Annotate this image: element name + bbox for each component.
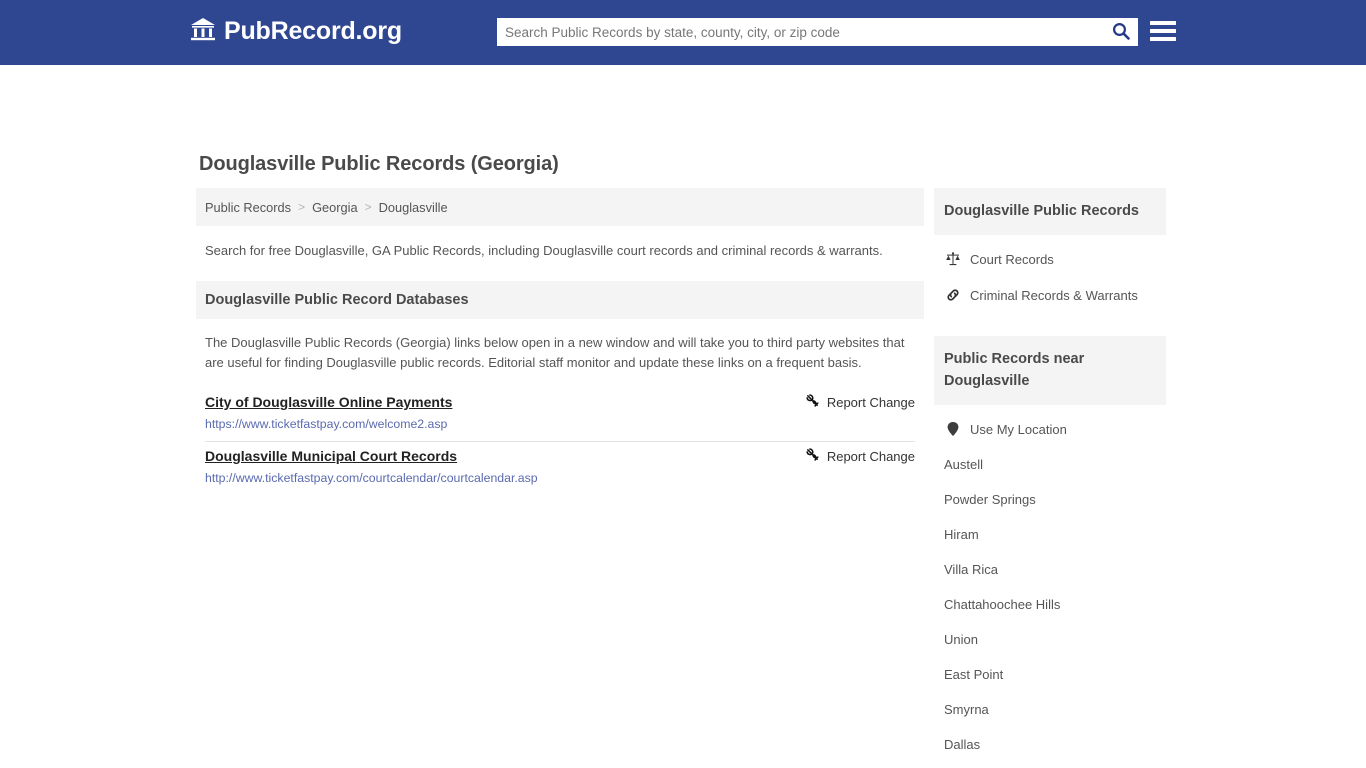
sidebar-city-fairburn[interactable]: Fairburn [934,762,1166,768]
hamburger-menu-button[interactable] [1149,18,1177,44]
report-change-link[interactable]: Report Change [805,393,915,411]
report-change-link[interactable]: Report Change [805,447,915,465]
sidebar-city-austell[interactable]: Austell [934,447,1166,482]
report-change-label: Report Change [826,448,915,464]
sidebar-city-union[interactable]: Union [934,622,1166,657]
magnifier-icon [1112,22,1130,43]
sidebar-item-label: Court Records [970,251,1054,267]
bank-building-icon [190,17,216,46]
sidebar-records-list: Court Records Criminal Records & Warrant… [934,235,1166,313]
sidebar-item-use-my-location[interactable]: Use My Location [934,405,1166,447]
record-url-link[interactable]: https://www.ticketfastpay.com/welcome2.a… [205,417,915,431]
sidebar-item-court-records[interactable]: Court Records [934,235,1166,277]
record-list: City of Douglasville Online Payments htt… [196,388,924,495]
page-title: Douglasville Public Records (Georgia) [199,153,559,175]
search-button[interactable] [1104,18,1138,46]
brand-name: PubRecord.org [224,17,402,45]
hamburger-menu-icon-bar [1150,29,1176,33]
sidebar: Douglasville Public Records Court Record… [934,188,1166,768]
intro-paragraph: Search for free Douglasville, GA Public … [205,243,883,258]
balance-scales-icon [944,251,961,267]
sidebar-city-dallas[interactable]: Dallas [934,727,1166,762]
breadcrumb-item-public-records[interactable]: Public Records [205,200,291,215]
sidebar-header-nearby: Public Records near Douglasville [934,336,1166,405]
site-logo-link[interactable]: PubRecord.org [190,17,402,46]
sidebar-header-records: Douglasville Public Records [934,188,1166,235]
site-header: PubRecord.org [0,0,1366,65]
breadcrumb-item-douglasville: Douglasville [378,199,448,215]
search-bar [497,18,1138,46]
broken-link-icon [805,393,820,411]
search-input[interactable] [497,19,1104,45]
breadcrumb-item-georgia[interactable]: Georgia [312,200,358,215]
breadcrumb-separator: > [298,200,306,214]
sidebar-city-smyrna[interactable]: Smyrna [934,692,1166,727]
sidebar-item-label: Use My Location [970,421,1067,437]
page-body: Douglasville Public Records (Georgia) Pu… [0,65,1366,768]
section-description: The Douglasville Public Records (Georgia… [205,335,905,370]
map-pin-icon [944,421,961,437]
sidebar-item-label: Criminal Records & Warrants [970,287,1138,303]
hamburger-menu-icon-bar [1150,37,1176,41]
sidebar-item-criminal-records[interactable]: Criminal Records & Warrants [934,277,1166,313]
record-title-link[interactable]: City of Douglasville Online Payments [205,394,452,410]
sidebar-city-hiram[interactable]: Hiram [934,517,1166,552]
chain-link-icon [944,287,961,303]
report-change-label: Report Change [826,394,915,410]
record-item: City of Douglasville Online Payments htt… [205,388,915,442]
main-content: Public Records > Georgia > Douglasville … [196,188,924,495]
record-item: Douglasville Municipal Court Records htt… [205,442,915,495]
sidebar-nearby-section: Public Records near Douglasville Use My … [934,336,1166,768]
section-header-databases: Douglasville Public Record Databases [196,281,924,319]
breadcrumb: Public Records > Georgia > Douglasville [196,188,924,226]
hamburger-menu-icon [1150,21,1176,25]
sidebar-city-villa-rica[interactable]: Villa Rica [934,552,1166,587]
broken-link-icon [805,447,820,465]
sidebar-nearby-list: Use My Location Austell Powder Springs H… [934,405,1166,768]
breadcrumb-separator: > [364,200,372,214]
sidebar-city-chattahoochee-hills[interactable]: Chattahoochee Hills [934,587,1166,622]
sidebar-city-east-point[interactable]: East Point [934,657,1166,692]
sidebar-city-powder-springs[interactable]: Powder Springs [934,482,1166,517]
record-title-link[interactable]: Douglasville Municipal Court Records [205,448,457,464]
record-url-link[interactable]: http://www.ticketfastpay.com/courtcalend… [205,471,915,485]
